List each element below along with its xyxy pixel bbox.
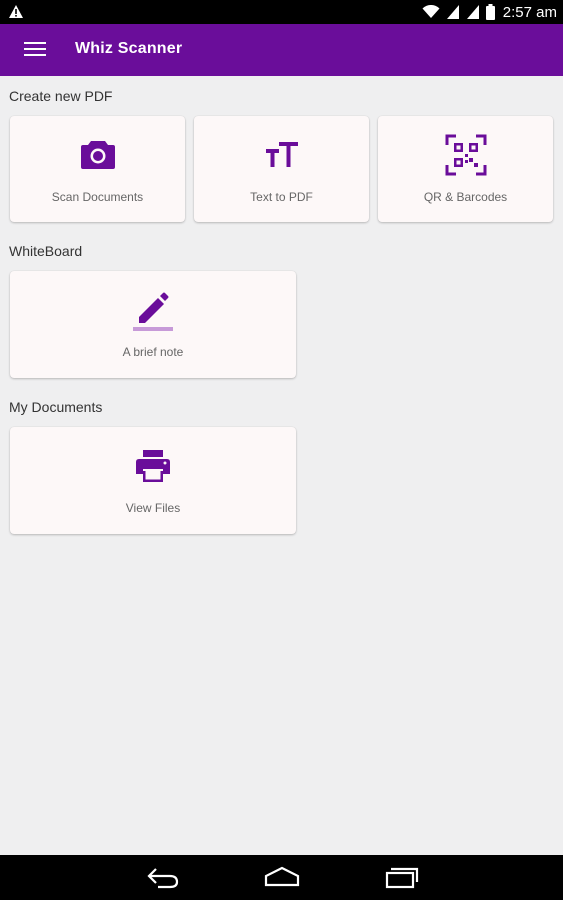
qr-code-icon bbox=[445, 134, 486, 176]
signal-icon bbox=[446, 5, 459, 19]
warning-icon bbox=[9, 5, 23, 18]
qr-barcodes-label: QR & Barcodes bbox=[423, 190, 508, 204]
signal-2-icon bbox=[466, 5, 479, 19]
section-title-create-pdf: Create new PDF bbox=[9, 88, 113, 104]
app-title: Whiz Scanner bbox=[75, 40, 183, 57]
qr-barcodes-card[interactable]: QR & Barcodes bbox=[378, 116, 553, 222]
menu-icon[interactable] bbox=[24, 39, 46, 61]
camera-icon bbox=[80, 141, 115, 169]
text-to-pdf-card[interactable]: Text to PDF bbox=[194, 116, 369, 222]
status-bar: 2:57 am bbox=[0, 0, 563, 24]
scan-documents-card[interactable]: Scan Documents bbox=[10, 116, 185, 222]
app-bar: Whiz Scanner bbox=[0, 24, 563, 76]
view-files-card[interactable]: View Files bbox=[10, 427, 296, 534]
recent-apps-icon[interactable] bbox=[385, 865, 419, 889]
pencil-icon bbox=[133, 292, 173, 331]
battery-icon bbox=[485, 4, 495, 20]
printer-icon bbox=[136, 450, 170, 482]
brief-note-label: A brief note bbox=[122, 345, 184, 359]
text-size-icon bbox=[265, 142, 298, 167]
navigation-bar bbox=[0, 855, 563, 900]
back-icon[interactable] bbox=[146, 865, 180, 889]
wifi-icon bbox=[422, 5, 440, 18]
view-files-label: View Files bbox=[125, 501, 181, 515]
text-to-pdf-label: Text to PDF bbox=[250, 190, 313, 204]
status-time: 2:57 am bbox=[502, 3, 557, 21]
section-title-my-documents: My Documents bbox=[9, 399, 103, 415]
section-title-whiteboard: WhiteBoard bbox=[9, 243, 83, 259]
brief-note-card[interactable]: A brief note bbox=[10, 271, 296, 378]
scan-documents-label: Scan Documents bbox=[51, 190, 144, 204]
home-icon[interactable] bbox=[264, 865, 300, 889]
